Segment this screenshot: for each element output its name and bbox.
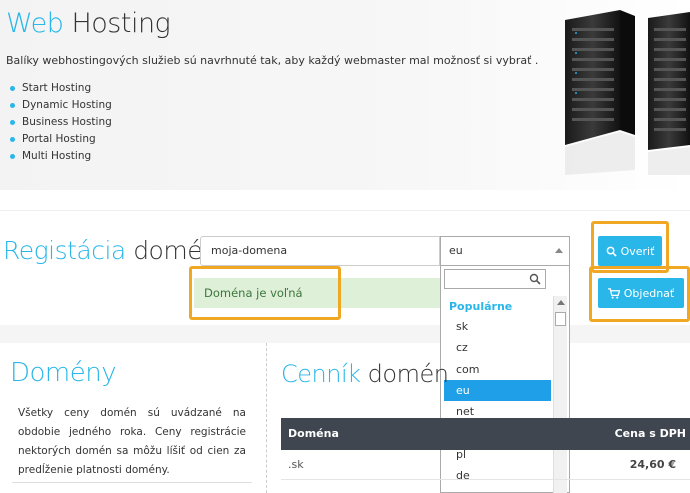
tld-select[interactable]: eu <box>440 236 570 266</box>
hero-title-accent: Web <box>6 8 64 39</box>
domains-title: Domény <box>10 358 117 388</box>
divider <box>12 482 252 483</box>
dropdown-group-label: Populárne <box>449 300 513 313</box>
dropdown-option[interactable]: sk <box>444 316 551 337</box>
highlight-order <box>589 266 690 322</box>
list-item[interactable]: Multi Hosting <box>10 148 112 165</box>
list-item[interactable]: Dynamic Hosting <box>10 97 112 114</box>
cell-domain: .sk <box>288 458 304 471</box>
hosting-list: Start Hosting Dynamic Hosting Business H… <box>10 80 112 165</box>
column-header-price: Cena s DPH <box>614 427 686 440</box>
dropdown-option[interactable]: com <box>444 359 551 380</box>
scrollbar-thumb[interactable] <box>555 312 566 326</box>
list-item[interactable]: Business Hosting <box>10 114 112 131</box>
servers-illustration <box>565 10 690 175</box>
table-row: .sk 24,60 € <box>281 450 690 480</box>
bullet-icon <box>10 120 15 125</box>
pricing-table-header: Doména Cena s DPH <box>281 418 690 450</box>
section-divider <box>0 325 690 343</box>
dropdown-option-active[interactable]: eu <box>444 379 551 402</box>
dropdown-search-input[interactable] <box>444 269 546 289</box>
column-divider <box>266 343 267 493</box>
highlight-availability <box>189 266 341 320</box>
search-icon <box>529 273 541 285</box>
domain-input[interactable]: moja-domena <box>200 236 440 266</box>
bullet-icon <box>10 154 15 159</box>
domains-text: Všetky ceny domén sú uvádzané na obdobie… <box>18 407 246 476</box>
bullet-icon <box>10 86 15 91</box>
hero-description: Balíky webhostingových služieb sú navrhn… <box>6 54 539 67</box>
list-item[interactable]: Portal Hosting <box>10 131 112 148</box>
dropdown-option[interactable]: cz <box>444 337 551 358</box>
bullet-icon <box>10 103 15 108</box>
pricing-title: Cenník domén <box>281 360 449 388</box>
bullet-icon <box>10 137 15 142</box>
triangle-up-icon <box>555 248 563 253</box>
hero-title: Web Hosting <box>6 8 171 39</box>
list-item[interactable]: Start Hosting <box>10 80 112 97</box>
registration-title: Registácia domén <box>3 236 218 265</box>
column-header-domain: Doména <box>288 427 339 440</box>
cell-price: 24,60 € <box>629 458 676 471</box>
hero-title-rest: Hosting <box>71 8 171 39</box>
scroll-up-icon[interactable] <box>557 300 565 305</box>
